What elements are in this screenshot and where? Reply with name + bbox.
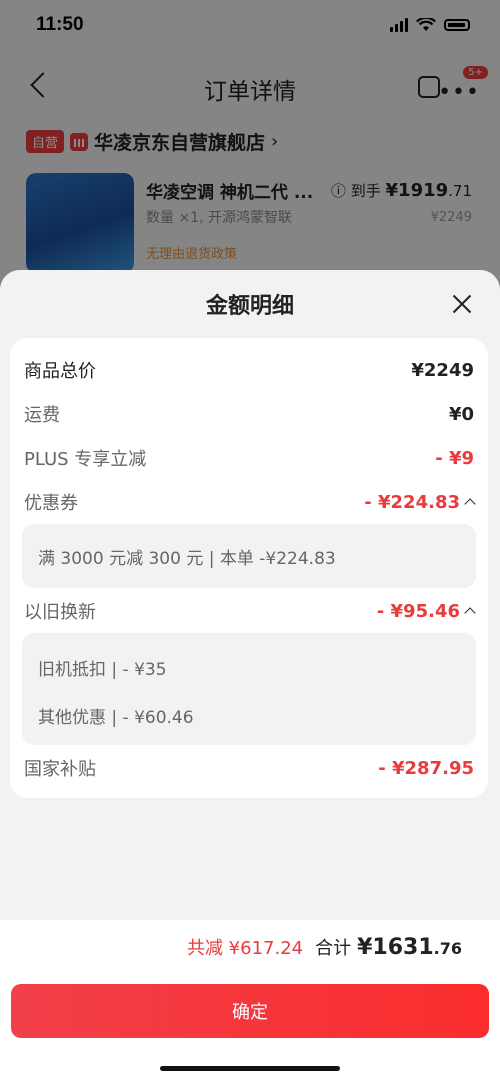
row-subtotal: 商品总价 ¥2249 [24,355,474,385]
close-icon[interactable] [452,294,472,314]
sheet-header: 金额明细 [0,270,500,338]
confirm-button[interactable]: 确定 [11,984,489,1038]
shipping-value: ¥0 [448,403,474,425]
row-shipping: 运费 ¥0 [24,399,474,429]
tradein-detail-box: 旧机抵扣 | - ¥35 其他优惠 | - ¥60.46 [22,633,476,745]
row-coupon[interactable]: 优惠券 - ¥224.83 [24,487,476,517]
row-tradein[interactable]: 以旧换新 - ¥95.46 [24,596,476,626]
subtotal-value: ¥2249 [411,359,474,381]
row-plus-discount: PLUS 专享立减 - ¥9 [24,443,474,473]
row-national-subsidy: 国家补贴 - ¥287.95 [24,753,474,783]
coupon-detail: 满 3000 元减 300 元 | 本单 -¥224.83 [38,549,336,569]
chevron-up-icon[interactable] [464,498,476,510]
subtotal-label: 商品总价 [24,361,96,382]
home-indicator[interactable] [160,1066,340,1071]
total-label: 合计 [315,938,352,959]
total-saved: 共减 ¥617.24 [186,938,304,959]
sheet-footer: 共减 ¥617.24 合计 ¥1631.76 确定 [0,920,500,1083]
tradein-detail-other: 其他优惠 | - ¥60.46 [38,708,194,728]
amount-card: 商品总价 ¥2249 运费 ¥0 PLUS 专享立减 - ¥9 优惠券 - ¥2… [10,338,488,798]
dim-overlay[interactable] [0,0,500,300]
total-dec: .76 [433,939,462,958]
coupon-label: 优惠券 [24,493,78,514]
tradein-value: - ¥95.46 [376,600,460,622]
tradein-detail-old-device: 旧机抵扣 | - ¥35 [38,660,167,680]
shipping-label: 运费 [24,405,60,426]
sheet-title: 金额明细 [205,294,294,319]
coupon-value: - ¥224.83 [364,491,460,513]
chevron-up-icon[interactable] [464,607,476,619]
subsidy-value: - ¥287.95 [378,757,474,779]
total-summary: 共减 ¥617.24 合计 ¥1631.76 [187,934,462,960]
total-int: ¥1631 [357,935,434,960]
plus-label: PLUS 专享立减 [24,449,147,470]
tradein-label: 以旧换新 [24,602,96,623]
subsidy-label: 国家补贴 [24,759,96,780]
coupon-detail-box: 满 3000 元减 300 元 | 本单 -¥224.83 [22,524,476,588]
plus-value: - ¥9 [435,447,474,469]
